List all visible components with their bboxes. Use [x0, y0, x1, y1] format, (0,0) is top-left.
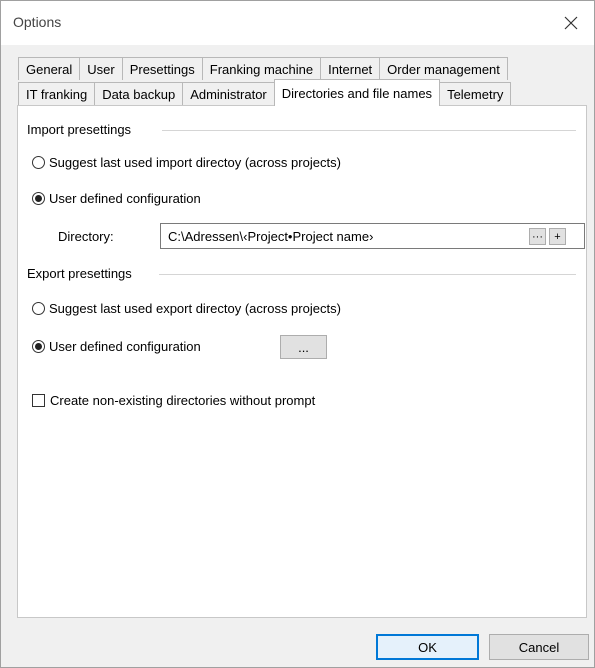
tab-label: Telemetry: [447, 86, 504, 102]
import-user-defined-label: User defined configuration: [49, 191, 201, 206]
options-dialog: Options General User Presettings Frankin…: [0, 0, 595, 668]
ok-button[interactable]: OK: [376, 634, 479, 660]
radio-dot: [35, 343, 42, 350]
tab-label: Administrator: [190, 86, 267, 102]
import-group-line: [162, 130, 576, 131]
import-last-used-radio[interactable]: Suggest last used import directoy (acros…: [32, 155, 341, 170]
tab-panel: [17, 105, 587, 618]
radio-circle: [32, 302, 45, 315]
tab-label: Internet: [328, 61, 373, 77]
import-last-used-label: Suggest last used import directoy (acros…: [49, 155, 341, 170]
title-bar: Options: [1, 1, 594, 45]
close-icon: [564, 16, 578, 30]
radio-circle: [32, 156, 45, 169]
tab-label: General: [26, 61, 73, 77]
export-user-defined-radio[interactable]: User defined configuration: [32, 339, 201, 354]
tab-internet[interactable]: Internet: [320, 57, 381, 80]
add-label: +: [554, 230, 561, 243]
tab-label: Franking machine: [209, 61, 314, 77]
import-group-label: Import presettings: [27, 122, 132, 137]
tab-label: Directories and file names: [281, 85, 433, 101]
export-last-used-radio[interactable]: Suggest last used export directoy (acros…: [32, 301, 341, 316]
browse-label: ···: [532, 230, 543, 243]
tab-telemetry[interactable]: Telemetry: [439, 82, 512, 105]
cancel-label: Cancel: [518, 639, 560, 655]
export-group-label: Export presettings: [27, 266, 132, 281]
window-title: Options: [13, 14, 62, 30]
tab-order-management[interactable]: Order management: [379, 57, 508, 80]
tab-franking-machine[interactable]: Franking machine: [201, 57, 322, 80]
cancel-button[interactable]: Cancel: [489, 634, 589, 660]
tab-presettings[interactable]: Presettings: [121, 57, 203, 80]
directory-browse-button[interactable]: ···: [529, 228, 546, 245]
config-button-label: ...: [298, 339, 309, 355]
tab-label: User: [87, 61, 115, 77]
directory-input[interactable]: C:\Adressen\‹Project•Project name›: [160, 223, 585, 249]
tab-label: Data backup: [102, 86, 176, 102]
export-user-defined-label: User defined configuration: [49, 339, 201, 354]
tab-directories-and-file-names[interactable]: Directories and file names: [273, 79, 441, 106]
create-directories-checkbox[interactable]: Create non-existing directories without …: [32, 393, 315, 408]
tab-label: IT franking: [26, 86, 88, 102]
directory-label: Directory:: [58, 229, 114, 244]
checkbox-box: [32, 394, 45, 407]
radio-circle-selected: [32, 192, 45, 205]
ok-label: OK: [418, 639, 437, 655]
tab-row-2: IT franking Data backup Administrator Di…: [18, 79, 512, 106]
tab-data-backup[interactable]: Data backup: [94, 82, 184, 105]
directory-value: C:\Adressen\‹Project•Project name›: [168, 228, 374, 244]
tab-it-franking[interactable]: IT franking: [18, 82, 96, 105]
export-group-line: [159, 274, 576, 275]
tab-label: Order management: [387, 61, 500, 77]
export-last-used-label: Suggest last used export directoy (acros…: [49, 301, 341, 316]
tab-administrator[interactable]: Administrator: [182, 82, 275, 105]
tab-label: Presettings: [129, 61, 195, 77]
tab-general[interactable]: General: [18, 57, 81, 80]
radio-dot: [35, 195, 42, 202]
tab-row-1: General User Presettings Franking machin…: [18, 57, 508, 81]
close-button[interactable]: [554, 7, 588, 39]
create-directories-label: Create non-existing directories without …: [50, 393, 316, 408]
radio-circle-selected: [32, 340, 45, 353]
import-user-defined-radio[interactable]: User defined configuration: [32, 191, 201, 206]
tab-user[interactable]: User: [79, 57, 123, 80]
directory-add-button[interactable]: +: [549, 228, 566, 245]
export-config-button[interactable]: ...: [280, 335, 327, 359]
